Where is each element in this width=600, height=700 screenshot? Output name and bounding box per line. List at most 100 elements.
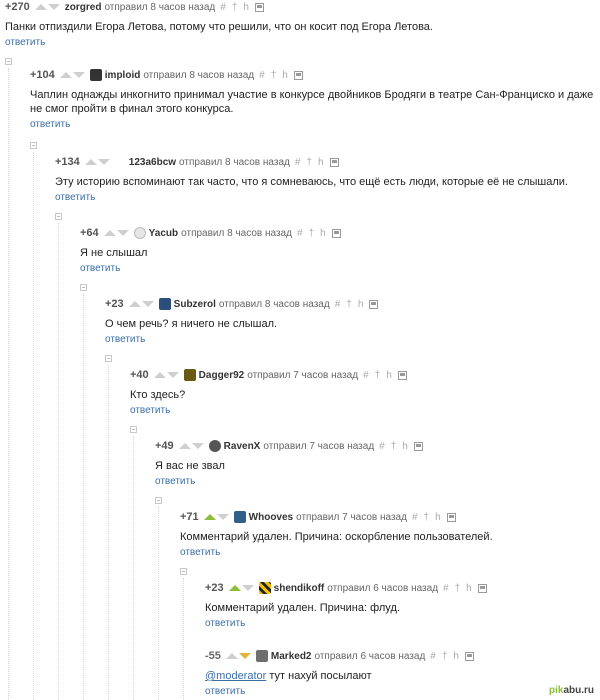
reply-link[interactable]: ответить	[155, 476, 595, 487]
cross-icon[interactable]: †	[232, 2, 238, 13]
user-mention-link[interactable]: @moderator	[205, 670, 266, 682]
cross-icon[interactable]: †	[309, 228, 315, 239]
permalink-icon[interactable]: #	[297, 228, 303, 239]
upvote-icon[interactable]	[225, 653, 238, 659]
reply-link[interactable]: ответить	[180, 547, 595, 558]
reply-link[interactable]: ответить	[55, 192, 595, 203]
permalink-icon[interactable]: #	[259, 70, 265, 81]
cross-icon[interactable]: †	[391, 441, 397, 452]
collapse-icon[interactable]	[180, 568, 187, 575]
parent-icon[interactable]: h	[282, 70, 288, 81]
cross-icon[interactable]: †	[375, 370, 381, 381]
parent-icon[interactable]: h	[318, 157, 324, 168]
permalink-icon[interactable]: #	[295, 157, 301, 168]
downvote-icon[interactable]	[47, 4, 60, 10]
comment: +64 Yacub отправил 8 часов назад # † h Я…	[80, 226, 595, 274]
collapse-icon[interactable]	[105, 355, 112, 362]
upvote-icon[interactable]	[84, 159, 97, 165]
collapse-icon[interactable]	[55, 213, 62, 220]
upvote-icon[interactable]	[34, 4, 47, 10]
parent-icon[interactable]: h	[402, 441, 408, 452]
upvote-icon[interactable]	[59, 72, 72, 78]
upvote-icon[interactable]	[153, 372, 166, 378]
comment-header: +49 RavenX отправил 7 часов назад # † h	[155, 439, 595, 453]
reply-link[interactable]: ответить	[130, 405, 595, 416]
parent-icon[interactable]: h	[386, 370, 392, 381]
save-icon[interactable]	[329, 157, 339, 167]
upvote-icon[interactable]	[103, 230, 116, 236]
thread-line	[33, 152, 34, 700]
permalink-icon[interactable]: #	[379, 441, 385, 452]
parent-icon[interactable]: h	[466, 583, 472, 594]
avatar[interactable]	[258, 582, 271, 594]
reply-link[interactable]: ответить	[205, 618, 595, 629]
cross-icon[interactable]: †	[306, 157, 312, 168]
cross-icon[interactable]: †	[271, 70, 277, 81]
permalink-icon[interactable]: #	[363, 370, 369, 381]
downvote-icon[interactable]	[116, 230, 129, 236]
permalink-icon[interactable]: #	[220, 2, 226, 13]
reply-link[interactable]: ответить	[205, 686, 595, 697]
cross-icon[interactable]: †	[442, 651, 448, 662]
collapse-icon[interactable]	[5, 58, 12, 65]
downvote-icon[interactable]	[241, 585, 254, 591]
downvote-icon[interactable]	[141, 301, 154, 307]
parent-icon[interactable]: h	[435, 512, 441, 523]
downvote-icon[interactable]	[191, 443, 204, 449]
save-icon[interactable]	[464, 651, 474, 661]
parent-icon[interactable]: h	[243, 2, 249, 13]
avatar[interactable]	[208, 440, 221, 452]
comment-author[interactable]: shendikoff	[274, 583, 325, 594]
downvote-icon[interactable]	[238, 653, 251, 659]
parent-icon[interactable]: h	[358, 299, 364, 310]
save-icon[interactable]	[397, 370, 407, 380]
comment-author[interactable]: Dagger92	[199, 370, 245, 381]
avatar[interactable]	[158, 298, 171, 310]
save-icon[interactable]	[477, 583, 487, 593]
save-icon[interactable]	[293, 70, 303, 80]
permalink-icon[interactable]: #	[430, 651, 436, 662]
save-icon[interactable]	[413, 441, 423, 451]
cross-icon[interactable]: †	[455, 583, 461, 594]
upvote-icon[interactable]	[178, 443, 191, 449]
comment-author[interactable]: Whooves	[249, 512, 293, 523]
permalink-icon[interactable]: #	[443, 583, 449, 594]
parent-icon[interactable]: h	[453, 651, 459, 662]
save-icon[interactable]	[446, 512, 456, 522]
reply-link[interactable]: ответить	[5, 37, 595, 48]
avatar[interactable]	[89, 69, 102, 81]
comment-author[interactable]: RavenX	[224, 441, 261, 452]
upvote-icon[interactable]	[128, 301, 141, 307]
avatar[interactable]	[183, 369, 196, 381]
comment-author[interactable]: Marked2	[271, 651, 312, 662]
reply-link[interactable]: ответить	[105, 334, 595, 345]
save-icon[interactable]	[254, 2, 264, 12]
comment-author[interactable]: 123a6bcw	[129, 157, 176, 168]
parent-icon[interactable]: h	[320, 228, 326, 239]
avatar[interactable]	[233, 511, 246, 523]
downvote-icon[interactable]	[216, 514, 229, 520]
collapse-icon[interactable]	[30, 142, 37, 149]
upvote-icon[interactable]	[228, 585, 241, 591]
permalink-icon[interactable]: #	[412, 512, 418, 523]
save-icon[interactable]	[331, 228, 341, 238]
comment-author[interactable]: zorgred	[65, 2, 102, 13]
reply-link[interactable]: ответить	[30, 119, 595, 130]
permalink-icon[interactable]: #	[335, 299, 341, 310]
collapse-icon[interactable]	[130, 426, 137, 433]
reply-link[interactable]: ответить	[80, 263, 595, 274]
avatar[interactable]	[255, 650, 268, 662]
downvote-icon[interactable]	[72, 72, 85, 78]
collapse-icon[interactable]	[155, 497, 162, 504]
cross-icon[interactable]: †	[424, 512, 430, 523]
comment-author[interactable]: Yacub	[149, 228, 178, 239]
downvote-icon[interactable]	[97, 159, 110, 165]
avatar[interactable]	[133, 227, 146, 239]
save-icon[interactable]	[369, 299, 379, 309]
cross-icon[interactable]: †	[346, 299, 352, 310]
collapse-icon[interactable]	[80, 284, 87, 291]
downvote-icon[interactable]	[166, 372, 179, 378]
comment-author[interactable]: Subzerol	[174, 299, 216, 310]
upvote-icon[interactable]	[203, 514, 216, 520]
comment-author[interactable]: imploid	[105, 70, 141, 81]
